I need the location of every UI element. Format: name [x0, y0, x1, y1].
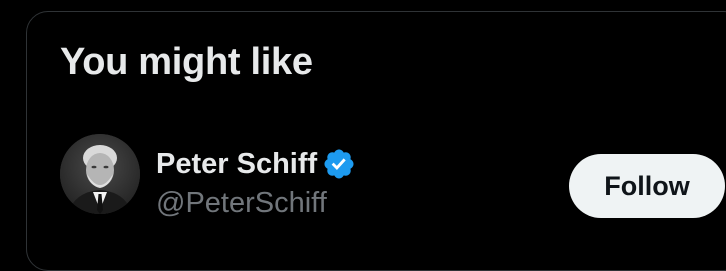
avatar[interactable] [60, 134, 140, 214]
avatar-photo [60, 134, 140, 214]
panel-title: You might like [60, 41, 313, 83]
name-line[interactable]: Peter Schiff [156, 146, 356, 182]
user-handle[interactable]: @PeterSchiff [156, 186, 327, 220]
verified-badge-icon [322, 147, 356, 181]
suggestion-row[interactable]: Peter Schiff @PeterSchiff Follow [60, 134, 725, 219]
who-to-follow-panel: You might like Peter Schiff @PeterSchiff… [26, 11, 726, 271]
display-name[interactable]: Peter Schiff [156, 147, 317, 181]
follow-button[interactable]: Follow [569, 154, 725, 218]
